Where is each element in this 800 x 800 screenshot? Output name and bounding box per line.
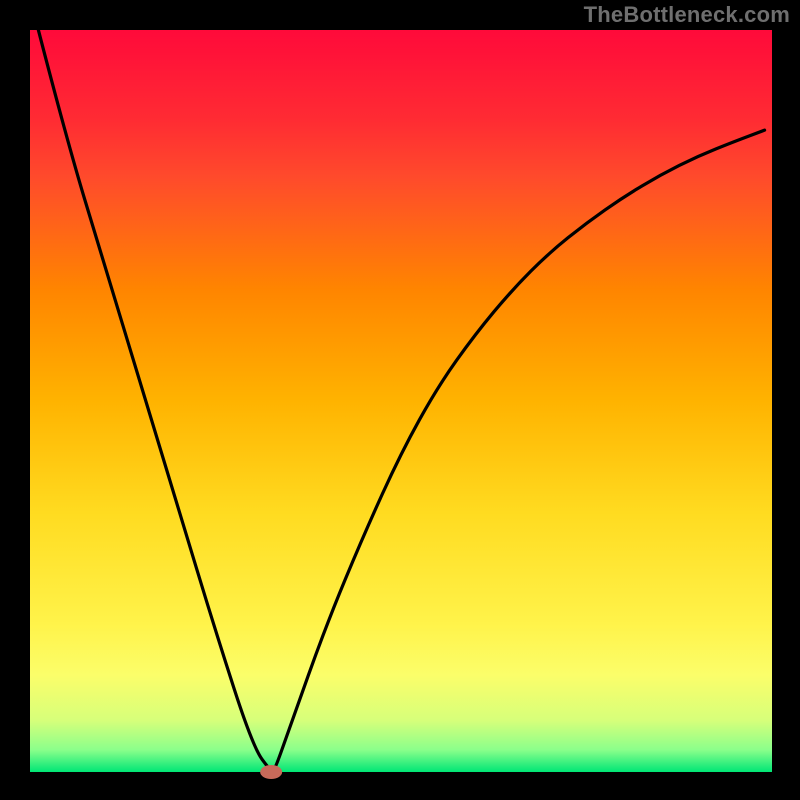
plot-background (30, 30, 772, 772)
minimum-marker (260, 765, 282, 779)
watermark-text: TheBottleneck.com (584, 2, 790, 28)
chart-frame: TheBottleneck.com (0, 0, 800, 800)
bottleneck-chart (0, 0, 800, 800)
